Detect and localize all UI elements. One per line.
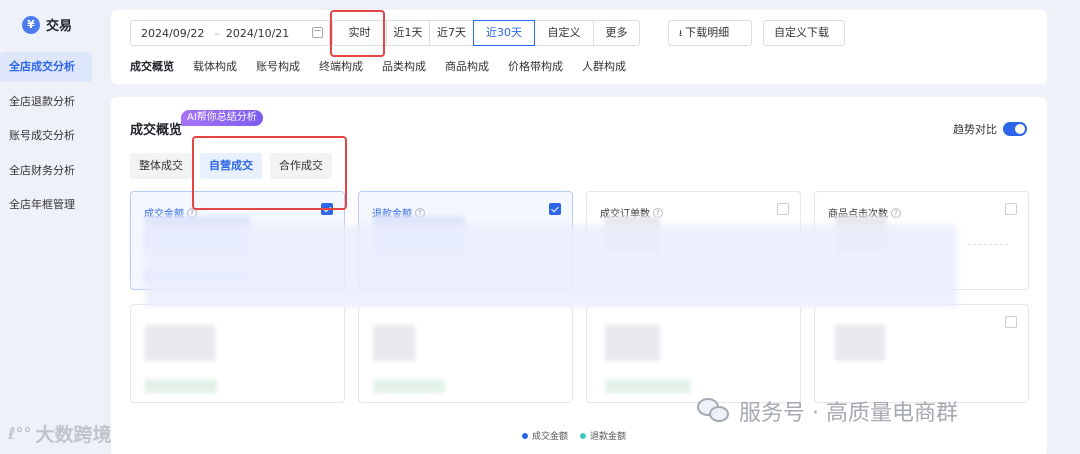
tab-carrier[interactable]: 载体构成 bbox=[193, 58, 237, 74]
blurred-compare bbox=[373, 379, 445, 393]
segment-partner[interactable]: 合作成交 bbox=[270, 153, 332, 179]
range-1d-button[interactable]: 近1天 bbox=[386, 20, 430, 46]
tab-account[interactable]: 账号构成 bbox=[256, 58, 300, 74]
help-icon[interactable]: ? bbox=[891, 207, 901, 218]
legend-label: 退款金额 bbox=[590, 432, 627, 442]
range-custom-button[interactable]: 自定义 bbox=[534, 20, 594, 46]
wechat-icon bbox=[697, 398, 731, 424]
sidebar: ¥ 交易 全店成交分析 全店退款分析 账号成交分析 全店财务分析 全店年框管理 bbox=[0, 0, 100, 454]
legend-dot bbox=[522, 432, 528, 439]
logo-icon: ℓ°° bbox=[8, 424, 32, 443]
metric-checkbox[interactable] bbox=[777, 203, 789, 215]
watermark-left: ℓ°° 大数跨境 bbox=[8, 420, 112, 447]
tab-terminal[interactable]: 终端构成 bbox=[319, 58, 363, 74]
download-icon: ⭳ bbox=[679, 29, 683, 39]
segment-self-operated[interactable]: 自营成交 bbox=[200, 153, 262, 179]
filter-panel: 2024/09/22 – 2024/10/21 实时 近1天 近7天 近30天 … bbox=[111, 10, 1047, 84]
trend-compare-toggle[interactable] bbox=[1003, 122, 1027, 136]
range-30d-button[interactable]: 近30天 bbox=[473, 20, 535, 46]
metric-checkbox[interactable] bbox=[1005, 316, 1017, 328]
tab-price-band[interactable]: 价格带构成 bbox=[508, 58, 563, 74]
range-more-button[interactable]: 更多 bbox=[593, 20, 640, 46]
analysis-tabs: 成交概览 载体构成 账号构成 终端构成 品类构成 商品构成 价格带构成 人群构成 bbox=[130, 58, 645, 74]
calendar-icon[interactable] bbox=[312, 27, 323, 38]
overview-title: 成交概览 bbox=[130, 123, 183, 138]
blurred-value bbox=[373, 325, 415, 361]
sidebar-item-store-sales[interactable]: 全店成交分析 bbox=[0, 52, 92, 82]
metric-checkbox[interactable] bbox=[1005, 203, 1017, 215]
date-end[interactable]: 2024/10/21 bbox=[226, 27, 289, 40]
blurred-value bbox=[605, 325, 660, 361]
download-detail-label: 下载明细 bbox=[685, 26, 730, 39]
range-realtime-button[interactable]: 实时 bbox=[332, 20, 387, 46]
sidebar-item-account-sales[interactable]: 账号成交分析 bbox=[0, 121, 92, 151]
chart-legend: 成交金额 退款金额 bbox=[522, 429, 626, 442]
metric-card[interactable] bbox=[130, 304, 345, 403]
ai-summary-badge[interactable]: AI帮你总结分析 bbox=[181, 110, 263, 126]
custom-download-button[interactable]: 自定义下载 bbox=[763, 20, 845, 46]
sidebar-item-store-finance[interactable]: 全店财务分析 bbox=[0, 156, 92, 186]
sidebar-item-store-refund[interactable]: 全店退款分析 bbox=[0, 87, 92, 117]
tab-audience[interactable]: 人群构成 bbox=[582, 58, 626, 74]
download-detail-button[interactable]: ⭳ 下载明细 bbox=[668, 20, 752, 46]
legend-label: 成交金额 bbox=[532, 432, 569, 442]
metric-card[interactable] bbox=[586, 304, 801, 403]
blurred-value bbox=[145, 325, 215, 361]
blurred-compare bbox=[145, 379, 217, 393]
yuan-icon: ¥ bbox=[22, 15, 40, 34]
sidebar-item-annual-contract[interactable]: 全店年框管理 bbox=[0, 190, 92, 220]
watermark-right-text: 服务号 · 高质量电商群 bbox=[739, 401, 958, 426]
legend-item-refund[interactable]: 退款金额 bbox=[580, 429, 626, 442]
brand: ¥ 交易 bbox=[22, 15, 72, 34]
legend-item-gmv[interactable]: 成交金额 bbox=[522, 429, 568, 442]
brand-name: 交易 bbox=[46, 19, 73, 34]
date-range-picker[interactable]: 2024/09/22 – 2024/10/21 bbox=[130, 20, 330, 46]
trend-compare: 趋势对比 bbox=[953, 121, 1027, 137]
sidebar-nav: 全店成交分析 全店退款分析 账号成交分析 全店财务分析 全店年框管理 bbox=[0, 52, 92, 225]
date-separator: – bbox=[214, 26, 220, 40]
tab-overview[interactable]: 成交概览 bbox=[130, 58, 174, 74]
legend-dot bbox=[580, 432, 587, 439]
range-7d-button[interactable]: 近7天 bbox=[429, 20, 474, 46]
range-button-group: 实时 近1天 近7天 近30天 自定义 更多 bbox=[332, 20, 640, 46]
watermark-right: 服务号 · 高质量电商群 bbox=[697, 395, 958, 427]
tab-category[interactable]: 品类构成 bbox=[382, 58, 426, 74]
privacy-blur-overlay bbox=[145, 225, 957, 307]
metric-card[interactable] bbox=[358, 304, 573, 403]
segment-tabs: 整体成交 自营成交 合作成交 bbox=[130, 153, 332, 179]
tab-product[interactable]: 商品构成 bbox=[445, 58, 489, 74]
date-start[interactable]: 2024/09/22 bbox=[141, 27, 204, 40]
blurred-compare bbox=[605, 379, 691, 393]
metric-checkbox[interactable] bbox=[549, 203, 561, 215]
segment-all[interactable]: 整体成交 bbox=[130, 153, 192, 179]
watermark-left-text: 大数跨境 bbox=[35, 424, 112, 446]
sparkline-placeholder bbox=[968, 244, 1008, 245]
trend-compare-label: 趋势对比 bbox=[953, 123, 997, 136]
blurred-value bbox=[835, 325, 885, 361]
metric-checkbox[interactable] bbox=[321, 203, 333, 215]
metric-card[interactable] bbox=[814, 304, 1029, 403]
